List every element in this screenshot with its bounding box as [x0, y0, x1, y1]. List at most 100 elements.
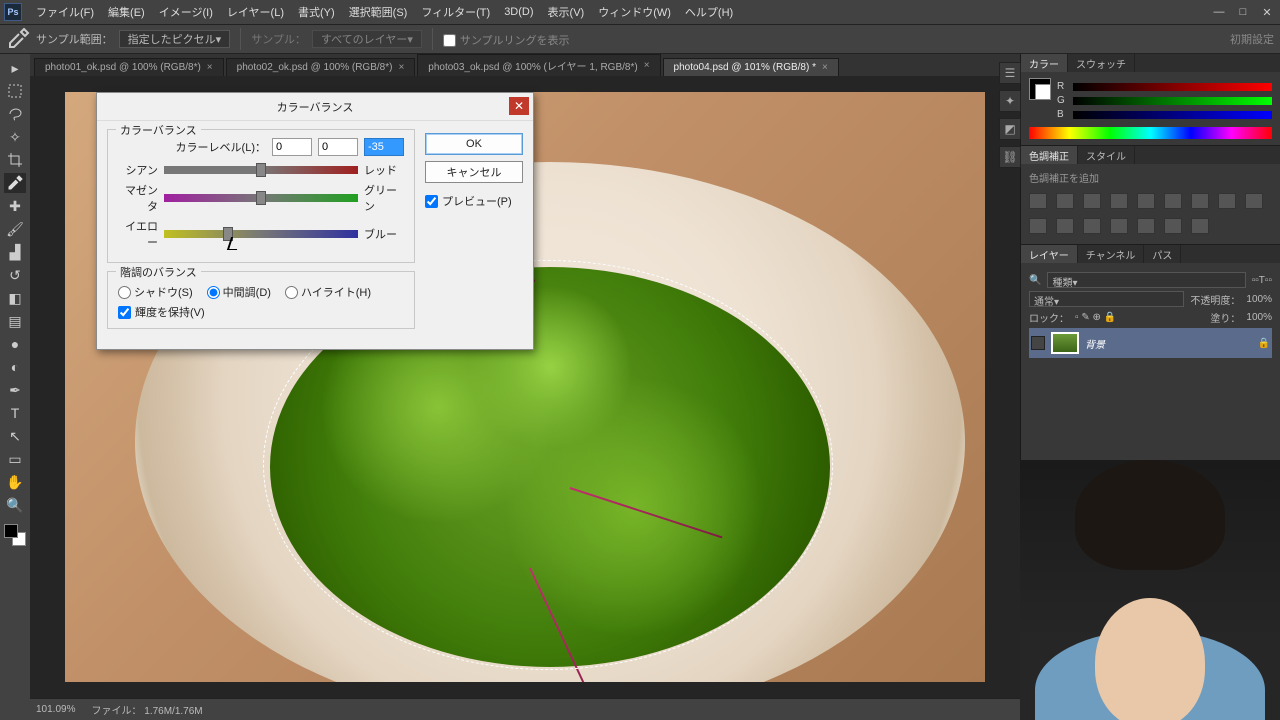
tab-color[interactable]: カラー	[1021, 54, 1068, 72]
minimize-button[interactable]: —	[1210, 5, 1228, 19]
actions-icon[interactable]: ✦	[999, 90, 1021, 112]
menu-view[interactable]: 表示(V)	[548, 4, 585, 20]
level-3-input[interactable]	[364, 138, 404, 156]
blend-mode-dropdown[interactable]: 通常▾	[1029, 291, 1184, 307]
show-ring-checkbox[interactable]: サンプルリングを表示	[443, 32, 570, 48]
eraser-tool[interactable]: ◧	[4, 288, 26, 308]
adj-icon[interactable]	[1164, 218, 1182, 234]
type-tool[interactable]: T	[4, 403, 26, 423]
close-icon[interactable]: ×	[207, 62, 213, 73]
marquee-tool[interactable]	[4, 81, 26, 101]
color-swatches[interactable]	[4, 524, 26, 546]
spectrum-picker[interactable]	[1029, 127, 1272, 139]
cyan-red-slider[interactable]	[164, 166, 358, 174]
heal-tool[interactable]: ✚	[4, 196, 26, 216]
adj-icon[interactable]	[1110, 193, 1128, 209]
histogram-icon[interactable]: ⛓	[999, 146, 1021, 168]
level-2-input[interactable]	[318, 138, 358, 156]
history-icon[interactable]: ☰	[999, 62, 1021, 84]
adj-icon[interactable]	[1056, 218, 1074, 234]
menu-layer[interactable]: レイヤー(L)	[227, 4, 284, 20]
blur-tool[interactable]: ●	[4, 334, 26, 354]
tab-paths[interactable]: パス	[1144, 245, 1181, 263]
tab-layers[interactable]: レイヤー	[1021, 245, 1078, 263]
zoom-level[interactable]: 101.09%	[36, 704, 75, 715]
menu-help[interactable]: ヘルプ(H)	[685, 4, 733, 20]
layer-kind-dropdown[interactable]: 種類▾	[1047, 272, 1245, 288]
adj-icon[interactable]	[1218, 193, 1236, 209]
reset-label[interactable]: 初期設定	[1230, 31, 1274, 47]
dodge-tool[interactable]: ◐	[4, 357, 26, 377]
path-tool[interactable]: ↖	[4, 426, 26, 446]
info-icon[interactable]: ◩	[999, 118, 1021, 140]
adj-icon[interactable]	[1245, 193, 1263, 209]
lasso-tool[interactable]	[4, 104, 26, 124]
adj-icon[interactable]	[1029, 193, 1047, 209]
wand-tool[interactable]: ✧	[4, 127, 26, 147]
r-slider[interactable]	[1073, 83, 1272, 91]
move-tool[interactable]: ▸	[4, 58, 26, 78]
ok-button[interactable]: OK	[425, 133, 523, 155]
adj-icon[interactable]	[1191, 193, 1209, 209]
doc-tab-2[interactable]: photo02_ok.psd @ 100% (RGB/8*)×	[226, 58, 416, 76]
menu-edit[interactable]: 編集(E)	[108, 4, 145, 20]
tab-swatches[interactable]: スウォッチ	[1068, 54, 1135, 72]
stamp-tool[interactable]: ▟	[4, 242, 26, 262]
close-icon[interactable]: ×	[398, 62, 404, 73]
close-icon[interactable]: ×	[644, 60, 650, 71]
history-brush-tool[interactable]: ↺	[4, 265, 26, 285]
adj-icon[interactable]	[1191, 218, 1209, 234]
maximize-button[interactable]: □	[1234, 5, 1252, 19]
magenta-green-slider[interactable]	[164, 194, 358, 202]
tab-styles[interactable]: スタイル	[1078, 146, 1135, 164]
g-slider[interactable]	[1073, 97, 1272, 105]
doc-tab-1[interactable]: photo01_ok.psd @ 100% (RGB/8*)×	[34, 58, 224, 76]
cancel-button[interactable]: キャンセル	[425, 161, 523, 183]
layer-background[interactable]: 背景 🔒	[1029, 328, 1272, 358]
dialog-title-bar[interactable]: カラーバランス ✕	[97, 93, 533, 121]
sample-dropdown[interactable]: すべてのレイヤー▾	[312, 30, 422, 48]
adj-icon[interactable]	[1137, 193, 1155, 209]
adj-icon[interactable]	[1083, 218, 1101, 234]
tab-channels[interactable]: チャンネル	[1078, 245, 1145, 263]
pen-tool[interactable]: ✒	[4, 380, 26, 400]
menu-file[interactable]: ファイル(F)	[36, 4, 94, 20]
radio-midtone[interactable]: 中間調(D)	[207, 284, 271, 300]
shape-tool[interactable]: ▭	[4, 449, 26, 469]
menu-filter[interactable]: フィルター(T)	[421, 4, 490, 20]
level-1-input[interactable]	[272, 138, 312, 156]
close-button[interactable]: ✕	[1258, 5, 1276, 19]
hand-tool[interactable]: ✋	[4, 472, 26, 492]
radio-shadow[interactable]: シャドウ(S)	[118, 284, 193, 300]
adj-icon[interactable]	[1029, 218, 1047, 234]
visibility-icon[interactable]	[1031, 336, 1045, 350]
adj-icon[interactable]	[1164, 193, 1182, 209]
crop-tool[interactable]	[4, 150, 26, 170]
preview-checkbox[interactable]: プレビュー(P)	[425, 193, 523, 209]
menu-3d[interactable]: 3D(D)	[504, 6, 533, 18]
radio-highlight[interactable]: ハイライト(H)	[285, 284, 371, 300]
tab-adjustments[interactable]: 色調補正	[1021, 146, 1078, 164]
doc-tab-4[interactable]: photo04.psd @ 101% (RGB/8) *×	[663, 58, 839, 76]
eyedropper-icon[interactable]	[6, 29, 30, 49]
zoom-tool[interactable]: 🔍	[4, 495, 26, 515]
adj-icon[interactable]	[1083, 193, 1101, 209]
b-slider[interactable]	[1073, 111, 1272, 119]
adj-icon[interactable]	[1110, 218, 1128, 234]
doc-tab-3[interactable]: photo03_ok.psd @ 100% (レイヤー 1, RGB/8*)×	[417, 54, 660, 76]
close-icon[interactable]: ×	[822, 62, 828, 73]
adj-icon[interactable]	[1137, 218, 1155, 234]
sample-range-dropdown[interactable]: 指定したピクセル▾	[119, 30, 231, 48]
brush-tool[interactable]: 🖌	[4, 219, 26, 239]
adj-icon[interactable]	[1056, 193, 1074, 209]
layer-thumbnail[interactable]	[1051, 332, 1079, 354]
menu-image[interactable]: イメージ(I)	[159, 4, 213, 20]
menu-select[interactable]: 選択範囲(S)	[349, 4, 408, 20]
menu-type[interactable]: 書式(Y)	[298, 4, 335, 20]
yellow-blue-slider[interactable]	[164, 230, 358, 238]
dialog-close-button[interactable]: ✕	[509, 97, 529, 115]
eyedropper-tool[interactable]	[4, 173, 26, 193]
gradient-tool[interactable]: ▤	[4, 311, 26, 331]
menu-window[interactable]: ウィンドウ(W)	[598, 4, 671, 20]
preserve-luminosity-checkbox[interactable]: 輝度を保持(V)	[118, 304, 404, 320]
